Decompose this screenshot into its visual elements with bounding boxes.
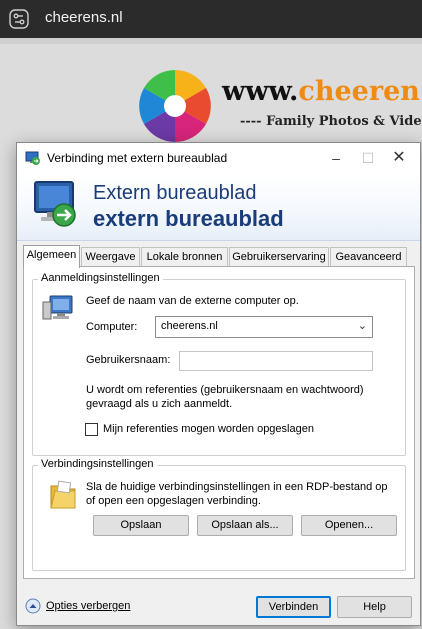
- collapse-options-icon[interactable]: [25, 598, 41, 614]
- browser-address-bar: cheerens.nl: [0, 0, 422, 38]
- computer-label: Computer:: [86, 321, 138, 333]
- credentials-info-line1: U wordt om referenties (gebruikersnaam e…: [86, 384, 364, 396]
- tab-weergave[interactable]: Weergave: [81, 247, 140, 267]
- login-settings-group: Aanmeldingsinstellingen Geef de naam van…: [32, 272, 406, 456]
- site-settings-icon[interactable]: [9, 9, 29, 29]
- maximize-icon: ☐: [361, 150, 375, 166]
- dialog-header-banner: Extern bureaublad extern bureaublad: [17, 173, 420, 241]
- save-as-button[interactable]: Opslaan als...: [197, 515, 293, 536]
- folder-icon: [50, 480, 76, 509]
- tab-geavanceerd[interactable]: Geavanceerd: [330, 247, 407, 267]
- connection-info-line1: Sla de huidige verbindingsinstellingen i…: [86, 481, 388, 493]
- site-top-band: [0, 38, 422, 44]
- save-credentials-label[interactable]: Mijn referenties mogen worden opgeslagen: [103, 423, 314, 435]
- tab-algemeen[interactable]: Algemeen: [23, 245, 80, 268]
- computer-combobox[interactable]: cheerens.nl ⌄: [155, 316, 373, 338]
- remote-desktop-monitor-icon: [34, 181, 76, 227]
- save-credentials-checkbox[interactable]: [85, 423, 98, 436]
- login-intro-text: Geef de naam van de externe computer op.: [86, 295, 299, 307]
- tab-gebruikerservaring[interactable]: Gebruikerservaring: [229, 247, 329, 267]
- connection-info-line2: of open een opgeslagen verbinding.: [86, 495, 261, 507]
- close-icon[interactable]: ✕: [383, 143, 415, 173]
- credentials-info-line2: gevraagd als u zich aanmeldt.: [86, 398, 233, 410]
- hide-options-text: Opties verbergen: [46, 600, 131, 612]
- header-title-line2: extern bureaublad: [93, 206, 284, 231]
- remote-desktop-app-icon: [25, 151, 40, 165]
- connection-settings-legend: Verbindingsinstellingen: [38, 458, 157, 470]
- tab-lokale-bronnen[interactable]: Lokale bronnen: [141, 247, 228, 267]
- minimize-icon[interactable]: –: [320, 143, 352, 173]
- connection-settings-group: Verbindingsinstellingen Sla de huidige v…: [32, 458, 406, 571]
- help-button[interactable]: Help: [337, 596, 412, 618]
- chevron-down-icon[interactable]: ⌄: [358, 319, 367, 332]
- connect-button[interactable]: Verbinden: [256, 596, 331, 618]
- username-field[interactable]: [179, 351, 373, 371]
- dialog-title: Verbinding met extern bureaublad: [47, 151, 228, 165]
- site-brand-text: www.cheeren: [222, 76, 420, 107]
- save-button[interactable]: Opslaan: [93, 515, 189, 536]
- open-button[interactable]: Openen...: [301, 515, 397, 536]
- cheerens-logo-icon: [139, 70, 211, 142]
- hide-options-link[interactable]: Opties verbergen: [46, 600, 130, 612]
- tab-panel-algemeen: Aanmeldingsinstellingen Geef de naam van…: [23, 266, 415, 579]
- remote-desktop-dialog: Verbinding met extern bureaublad – ☐ ✕ E…: [16, 142, 421, 626]
- url-text[interactable]: cheerens.nl: [45, 9, 123, 26]
- title-bar[interactable]: Verbinding met extern bureaublad – ☐ ✕: [17, 143, 420, 173]
- site-tagline: ---- Family Photos & Vide: [240, 114, 422, 129]
- username-label: Gebruikersnaam:: [86, 354, 171, 366]
- computer-value: cheerens.nl: [161, 320, 218, 332]
- login-settings-legend: Aanmeldingsinstellingen: [38, 272, 163, 284]
- header-title-line1: Extern bureaublad: [93, 182, 257, 204]
- computer-icon: [42, 295, 73, 320]
